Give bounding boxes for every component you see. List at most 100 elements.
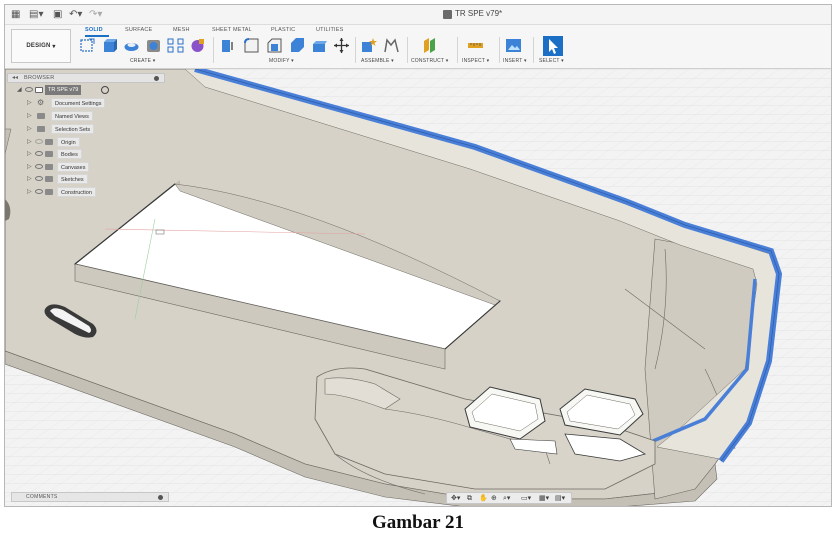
navigation-bar: ✥▾ ⧉ ✋ ⊕ ⌕▾ ▭▾ ▦▾ ▤▾ [446,492,572,504]
tree-item-label: Bodies [57,149,82,159]
chamfer-icon[interactable] [266,37,283,54]
orbit-icon[interactable]: ✥▾ [451,494,460,502]
create-sketch-icon[interactable] [79,37,96,54]
folder-icon [37,113,45,119]
tree-item-selection-sets[interactable]: ▷ Selection Sets [27,124,147,134]
construct-menu[interactable]: CONSTRUCT ▾ [411,58,448,64]
expand-arrow-icon[interactable]: ▷ [27,150,32,157]
fillet-icon[interactable] [243,37,260,54]
press-pull-icon[interactable] [219,37,236,54]
tree-item-label: Sketches [57,174,88,184]
eye-icon[interactable] [35,164,43,169]
tab-surface[interactable]: SURFACE [125,27,152,33]
pin-icon[interactable] [154,76,159,81]
design-workspace-button[interactable]: DESIGN ▾ [11,29,71,63]
browser-panel-header[interactable]: ◂◂ BROWSER [7,73,165,83]
display-icon[interactable]: ▭▾ [521,494,531,502]
new-component-icon[interactable] [361,37,378,54]
expand-arrow-icon[interactable]: ▷ [27,138,32,145]
combine-icon[interactable] [311,37,328,54]
grid-icon[interactable]: ▦ [11,8,20,22]
pattern-icon[interactable] [167,37,184,54]
expand-arrow-icon[interactable]: ▷ [27,188,32,195]
tree-item-named-views[interactable]: ▷ Named Views [27,111,147,121]
view-icon[interactable]: ▤▾ [555,494,565,502]
expand-arrow-icon[interactable]: ▷ [27,125,32,132]
document-icon [443,10,452,19]
tab-mesh[interactable]: MESH [173,27,190,33]
modify-menu[interactable]: MODIFY ▾ [269,58,294,64]
eye-icon[interactable] [35,176,43,181]
pan-icon[interactable]: ✋ [479,494,488,502]
document-title: TR SPE v79* [455,9,503,18]
tab-solid[interactable]: SOLID [85,27,103,33]
move-icon[interactable] [333,37,350,54]
separator [355,37,356,63]
3d-viewport[interactable] [5,69,832,507]
expand-arrow-icon[interactable]: ▷ [27,175,32,182]
eye-icon[interactable] [35,151,43,156]
tab-plastic[interactable]: PLASTIC [271,27,295,33]
inspect-menu[interactable]: INSPECT ▾ [462,58,489,64]
grid-toggle-icon[interactable]: ▦▾ [539,494,549,502]
redo-icon[interactable]: ↷▾ [89,8,102,22]
pin-icon[interactable] [158,495,163,500]
tree-item-canvases[interactable]: ▷ Canvases [27,162,147,172]
create-label: CREATE [130,58,152,64]
measure-icon[interactable] [467,37,484,54]
expand-arrow-icon[interactable]: ▷ [27,112,32,119]
insert-menu[interactable]: INSERT ▾ [503,58,527,64]
select-menu[interactable]: SELECT ▾ [539,58,564,64]
shell-icon[interactable] [289,37,306,54]
file-icon[interactable]: ▤▾ [29,8,43,22]
eye-icon[interactable] [25,87,33,92]
save-icon[interactable]: ▣ [53,8,62,22]
tab-sheet-metal[interactable]: SHEET METAL [212,27,252,33]
assemble-menu[interactable]: ASSEMBLE ▾ [361,58,394,64]
insert-canvas-icon[interactable] [505,37,522,54]
tree-item-origin[interactable]: ▷ Origin [27,137,147,147]
tree-root[interactable]: ◢ TR SPE v79 [17,85,157,95]
tree-item-label: Construction [57,187,96,197]
figure-caption: Gambar 21 [371,512,464,533]
revolve-icon[interactable] [123,37,140,54]
form-icon[interactable] [189,37,206,54]
separator [213,37,214,63]
expand-arrow-icon[interactable]: ◢ [17,86,22,93]
title-bar: ▦ ▤▾ ▣ ↶▾ ↷▾ TR SPE v79* [5,5,831,25]
tree-item-construction[interactable]: ▷ Construction [27,187,147,197]
root-component-label[interactable]: TR SPE v79 [45,85,82,95]
modify-label: MODIFY [269,58,290,64]
undo-icon[interactable]: ↶▾ [69,8,82,22]
joint-icon[interactable] [383,37,400,54]
assemble-label: ASSEMBLE [361,58,390,64]
model-canvas[interactable] [5,69,832,507]
activate-radio-icon[interactable] [101,86,109,94]
tree-item-sketches[interactable]: ▷ Sketches [27,174,147,184]
extrude-icon[interactable] [101,37,118,54]
tree-item-document-settings[interactable]: ▷ ⚙ Document Settings [27,98,147,108]
separator [457,37,458,63]
tab-utilities[interactable]: UTILITIES [316,27,343,33]
design-button-label: DESIGN [26,43,51,49]
hole-icon[interactable] [145,37,162,54]
construct-label: CONSTRUCT [411,58,445,64]
collapse-icon[interactable]: ◂◂ [12,74,18,81]
offset-plane-icon[interactable] [421,37,438,54]
expand-arrow-icon[interactable]: ▷ [27,99,32,106]
look-at-icon[interactable]: ⧉ [467,494,472,503]
zoom-icon[interactable]: ⊕ [491,494,497,502]
gear-icon: ⚙ [37,98,45,107]
zoom-window-icon[interactable]: ⌕▾ [503,494,510,503]
tree-item-label: Named Views [51,111,93,121]
eye-icon[interactable] [35,189,43,194]
separator [407,37,408,63]
expand-arrow-icon[interactable]: ▷ [27,163,32,170]
insert-label: INSERT [503,58,523,64]
create-menu[interactable]: CREATE ▾ [130,58,155,64]
select-icon[interactable] [543,36,563,56]
comments-panel[interactable]: COMMENTS [11,492,169,502]
tree-item-bodies[interactable]: ▷ Bodies [27,149,147,159]
eye-icon[interactable] [35,139,43,144]
folder-icon [45,139,53,145]
